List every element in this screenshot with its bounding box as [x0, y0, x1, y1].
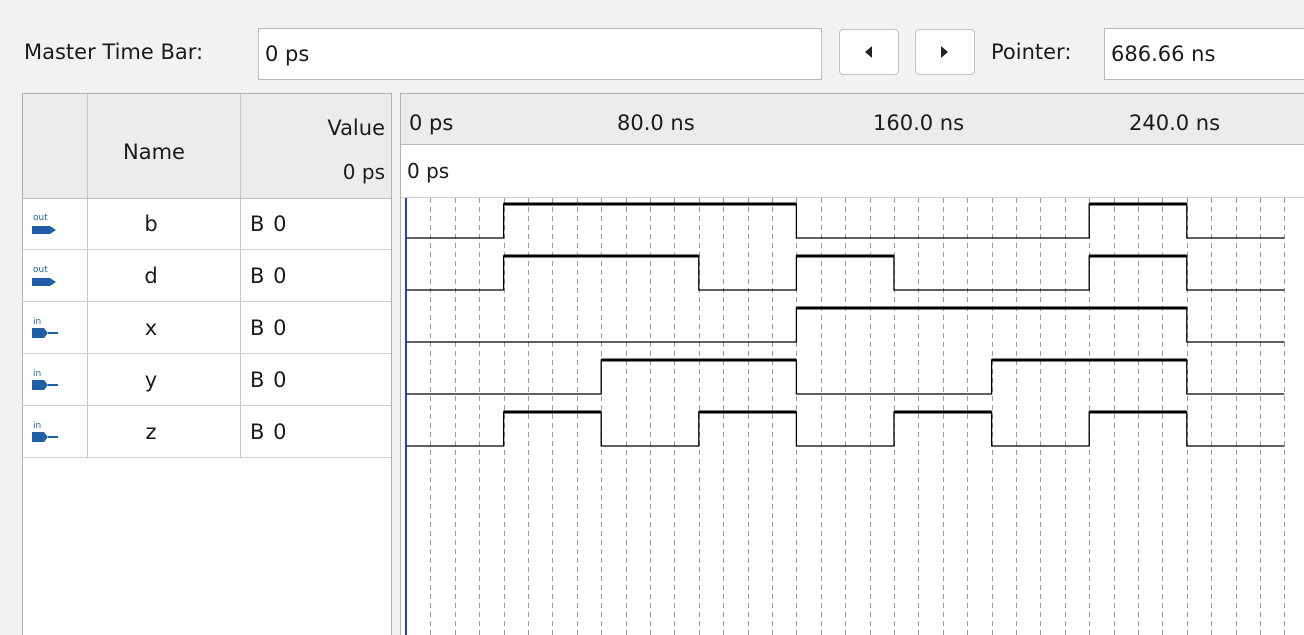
previous-transition-button[interactable] — [839, 29, 899, 75]
signal-value: B 0 — [250, 212, 288, 236]
triangle-left-icon — [865, 46, 872, 58]
signal-name: b — [144, 212, 158, 236]
master-time-bar-input[interactable]: 0 ps — [258, 28, 822, 80]
time-tick-label: 160.0 ns — [873, 111, 965, 135]
signal-name: x — [144, 316, 158, 340]
input-pin-icon: in — [32, 369, 58, 390]
input-pin-icon-label: in — [33, 317, 41, 327]
signal-row-b[interactable]: out b B 0 — [23, 198, 391, 250]
grid-header: Name Value 0 ps — [23, 94, 391, 199]
input-pin-icon: in — [32, 317, 58, 338]
output-pin-icon-label: out — [33, 265, 48, 275]
value-column-header[interactable]: Value — [327, 116, 385, 140]
signal-row-d[interactable]: out d B 0 — [23, 250, 391, 302]
output-pin-icon-label: out — [33, 213, 48, 223]
signal-name: d — [144, 264, 158, 288]
cursor-time-row: 0 ps — [401, 145, 1304, 198]
output-pin-icon: out — [32, 265, 56, 286]
signal-value: B 0 — [250, 316, 288, 340]
waveform-view[interactable]: 0 ps 80.0 ns 160.0 ns 240.0 ns 0 ps — [400, 93, 1304, 635]
next-transition-button[interactable] — [915, 29, 975, 75]
pointer-input[interactable]: 686.66 ns — [1104, 28, 1304, 80]
cursor-time-label: 0 ps — [407, 159, 450, 183]
signal-row-x[interactable]: in x B 0 — [23, 302, 391, 354]
output-pin-icon: out — [32, 213, 56, 234]
input-pin-icon-label: in — [33, 421, 41, 431]
signal-row-z[interactable]: in z B 0 — [23, 406, 391, 458]
signal-value: B 0 — [250, 420, 288, 444]
signal-row-y[interactable]: in y B 0 — [23, 354, 391, 406]
master-time-bar-label: Master Time Bar: — [24, 40, 204, 64]
time-tick-label: 240.0 ns — [1129, 111, 1221, 135]
value-column-time: 0 ps — [342, 160, 385, 184]
input-pin-icon: in — [32, 421, 58, 442]
triangle-right-icon — [941, 46, 948, 58]
time-tick-label: 80.0 ns — [617, 111, 695, 135]
name-column-header[interactable]: Name — [123, 140, 185, 164]
time-tick-label: 0 ps — [409, 111, 454, 135]
waveform-canvas[interactable] — [401, 198, 1304, 635]
toolbar: Master Time Bar: 0 ps Pointer: 686.66 ns — [0, 0, 1304, 90]
signal-value: B 0 — [250, 368, 288, 392]
pointer-label: Pointer: — [991, 40, 1072, 64]
signal-value: B 0 — [250, 264, 288, 288]
input-pin-icon-label: in — [33, 369, 41, 379]
signal-grid: Name Value 0 ps out b B 0 out d B 0 in x… — [22, 93, 392, 635]
signal-name: y — [144, 368, 158, 392]
time-axis[interactable]: 0 ps 80.0 ns 160.0 ns 240.0 ns — [401, 94, 1304, 145]
signal-name: z — [145, 420, 157, 444]
